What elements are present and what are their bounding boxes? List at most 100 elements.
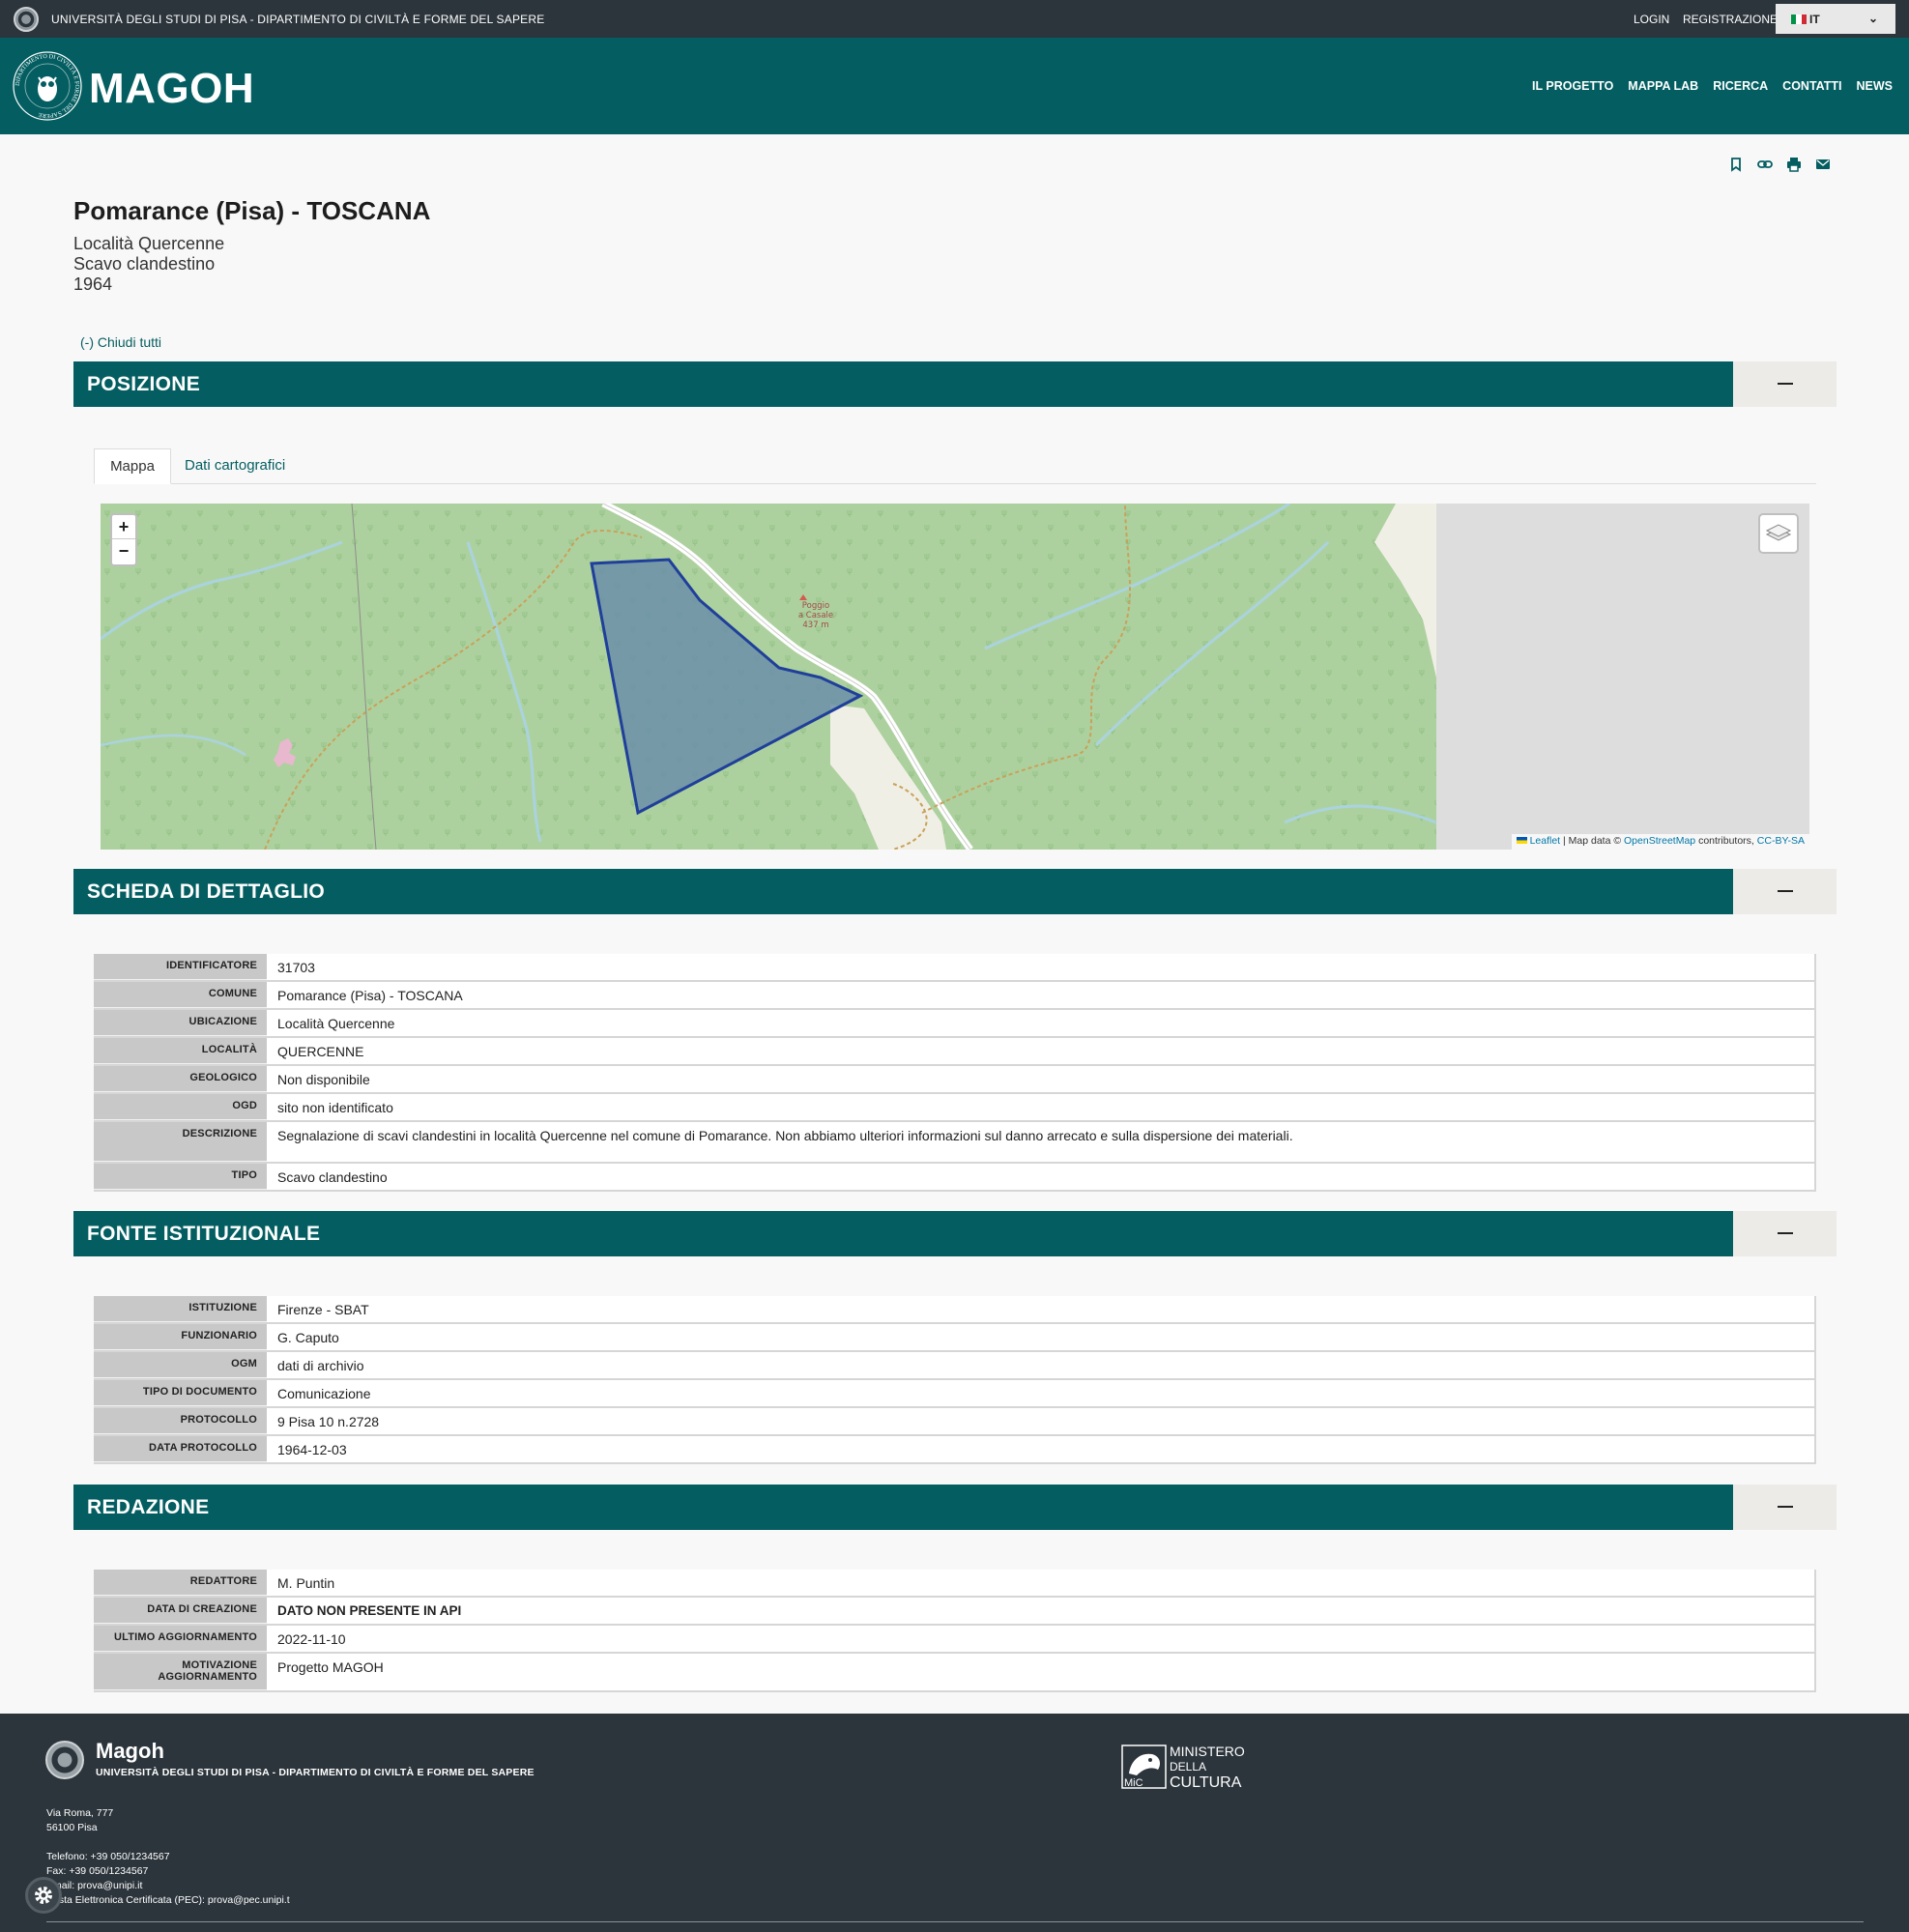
leaflet-link[interactable]: Leaflet [1530, 835, 1561, 847]
field-label: UBICAZIONE [94, 1010, 267, 1036]
table-row: DATA DI CREAZIONE DATO NON PRESENTE IN AP… [94, 1598, 1816, 1626]
login-link[interactable]: LOGIN [1634, 13, 1669, 26]
zoom-out-button[interactable]: − [112, 539, 135, 563]
tab-dati-cartografici[interactable]: Dati cartografici [185, 448, 285, 484]
table-row: PROTOCOLLO 9 Pisa 10 n.2728 [94, 1408, 1816, 1436]
table-row: OGM dati di archivio [94, 1352, 1816, 1380]
owl-logo-icon[interactable]: DIPARTIMENTO DI CIVILTÀ E FORME DEL SAPE… [12, 50, 83, 122]
field-label: GEOLOGICO [94, 1066, 267, 1092]
table-row: REDATTORE M. Puntin [94, 1570, 1816, 1598]
close-all-link[interactable]: (-) Chiudi tutti [80, 334, 161, 350]
attribution-text: contributors, [1695, 835, 1757, 847]
section-fonte-istituzionale: FONTE ISTITUZIONALE [73, 1211, 1837, 1256]
site-header: DIPARTIMENTO DI CIVILTÀ E FORME DEL SAPE… [0, 38, 1909, 134]
field-value: Pomarance (Pisa) - TOSCANA [267, 982, 1816, 1008]
nav-ricerca[interactable]: RICERCA [1713, 79, 1768, 93]
field-value: QUERCENNE [267, 1038, 1816, 1064]
peak-name-line-2: a Casale [798, 611, 833, 620]
university-name: UNIVERSITÀ DEGLI STUDI DI PISA - DIPARTI… [51, 13, 545, 26]
print-icon[interactable] [1786, 157, 1802, 172]
collapse-toggle[interactable] [1733, 1211, 1837, 1256]
map-view[interactable]: ψ ψ Poggio a Casale 437 m + − [101, 504, 1809, 850]
collapse-toggle[interactable] [1733, 361, 1837, 407]
field-label: OGD [94, 1094, 267, 1120]
field-label: REDATTORE [94, 1570, 267, 1596]
field-label: OGM [94, 1352, 267, 1378]
footer-phone: Telefono: +39 050/1234567 [46, 1851, 170, 1862]
field-value: DATO NON PRESENTE IN API [267, 1598, 1816, 1624]
license-link[interactable]: CC-BY-SA [1757, 835, 1805, 847]
ministry-logo[interactable]: MiC MINISTERO DELLA CULTURA [1121, 1743, 1261, 1791]
table-row: FUNZIONARIO G. Caputo [94, 1324, 1816, 1352]
section-title[interactable]: SCHEDA DI DETTAGLIO [73, 869, 1733, 914]
collapse-toggle[interactable] [1733, 1485, 1837, 1530]
language-select[interactable]: IT ⌄ [1776, 4, 1895, 34]
table-row: TIPO DI DOCUMENTO Comunicazione [94, 1380, 1816, 1408]
field-value: dati di archivio [267, 1352, 1816, 1378]
zoom-control: + − [110, 513, 137, 566]
link-icon[interactable] [1757, 157, 1773, 172]
field-label: DATA DI CREAZIONE [94, 1598, 267, 1624]
nav-mappa-lab[interactable]: MAPPA LAB [1628, 79, 1698, 93]
table-row: LOCALITÀ QUERCENNE [94, 1038, 1816, 1066]
page-title: Pomarance (Pisa) - TOSCANA [73, 196, 431, 225]
nav-il-progetto[interactable]: IL PROGETTO [1532, 79, 1613, 93]
table-row: ULTIMO AGGIORNAMENTO 2022-11-10 [94, 1626, 1816, 1654]
language-code: IT [1809, 13, 1820, 26]
table-row: UBICAZIONE Località Quercenne [94, 1010, 1816, 1038]
field-value: M. Puntin [267, 1570, 1816, 1596]
collapse-toggle[interactable] [1733, 869, 1837, 914]
field-label: ULTIMO AGGIORNAMENTO [94, 1626, 267, 1652]
section-title[interactable]: FONTE ISTITUZIONALE [73, 1211, 1733, 1256]
university-seal-icon [14, 7, 39, 32]
field-value: Progetto MAGOH [267, 1654, 1816, 1690]
field-label: LOCALITÀ [94, 1038, 267, 1064]
redazione-table: REDATTORE M. Puntin DATA DI CREAZIONE DATO… [94, 1570, 1816, 1692]
footer-address-line: Via Roma, 777 [46, 1807, 114, 1819]
field-label: PROTOCOLLO [94, 1408, 267, 1434]
nav-contatti[interactable]: CONTATTI [1782, 79, 1841, 93]
minus-icon [1778, 1232, 1793, 1234]
table-row: COMUNE Pomarance (Pisa) - TOSCANA [94, 982, 1816, 1010]
field-label: TIPO [94, 1164, 267, 1190]
field-value: Località Quercenne [267, 1010, 1816, 1036]
ministry-line-3: CULTURA [1170, 1774, 1242, 1791]
tab-mappa[interactable]: Mappa [94, 448, 171, 484]
bookmark-icon[interactable] [1728, 157, 1744, 172]
map-tiles[interactable]: ψ ψ Poggio a Casale 437 m [101, 504, 1809, 850]
zoom-in-button[interactable]: + [112, 515, 135, 539]
chevron-down-icon: ⌄ [1867, 12, 1878, 25]
ministry-abbr: MiC [1124, 1777, 1143, 1789]
email-icon[interactable] [1815, 157, 1831, 172]
table-row: MOTIVAZIONE AGGIORNAMENTO Progetto MAGOH [94, 1654, 1816, 1692]
field-label: IDENTIFICATORE [94, 954, 267, 980]
layers-button[interactable] [1758, 513, 1799, 554]
ukraine-flag-icon [1516, 837, 1527, 844]
section-title[interactable]: REDAZIONE [73, 1485, 1733, 1530]
table-row: TIPO Scavo clandestino [94, 1164, 1816, 1192]
field-value: 9 Pisa 10 n.2728 [267, 1408, 1816, 1434]
minus-icon [1778, 383, 1793, 385]
field-label: MOTIVAZIONE AGGIORNAMENTO [94, 1654, 267, 1690]
table-row: OGD sito non identificato [94, 1094, 1816, 1122]
gear-icon [35, 1887, 52, 1904]
record-type: Scavo clandestino [73, 254, 216, 274]
field-value: Non disponibile [267, 1066, 1816, 1092]
record-year: 1964 [73, 274, 113, 294]
nav-news[interactable]: NEWS [1857, 79, 1894, 93]
table-row: IDENTIFICATORE 31703 [94, 954, 1816, 982]
footer-pec[interactable]: Posta Elettronica Certificata (PEC): pro… [46, 1894, 290, 1906]
ministry-line-2: DELLA [1170, 1760, 1206, 1773]
cookie-settings-button[interactable] [25, 1877, 62, 1914]
ministry-line-1: MINISTERO [1170, 1744, 1245, 1759]
field-value: 31703 [267, 954, 1816, 980]
osm-link[interactable]: OpenStreetMap [1624, 835, 1695, 847]
table-row: DATA PROTOCOLLO 1964-12-03 [94, 1436, 1816, 1464]
register-link[interactable]: REGISTRAZIONE [1683, 13, 1778, 26]
share-actions [1728, 157, 1831, 172]
brand-title[interactable]: MAGOH [89, 65, 254, 113]
field-value: Firenze - SBAT [267, 1296, 1816, 1322]
section-title[interactable]: POSIZIONE [73, 361, 1733, 407]
field-label: DESCRIZIONE [94, 1122, 267, 1162]
field-label: FUNZIONARIO [94, 1324, 267, 1350]
